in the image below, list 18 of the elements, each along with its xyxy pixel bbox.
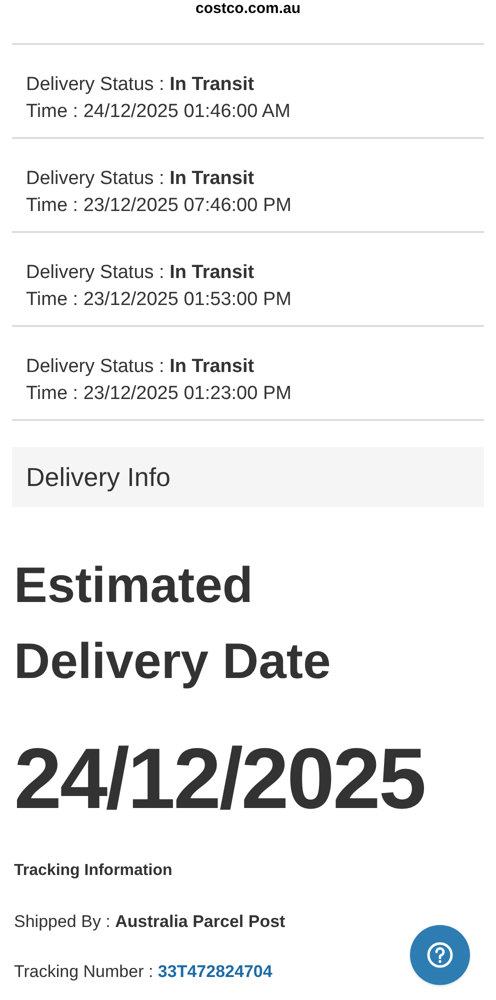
delivery-status: Delivery Status : In Transit — [26, 73, 256, 97]
delivery-status: Delivery Status : In Transit — [26, 355, 256, 379]
shipped-by: Shipped By : Australia Parcel Post — [14, 911, 286, 933]
help-icon — [427, 942, 453, 968]
event-time: Time : 23/12/2025 01:53:00 PM — [26, 288, 292, 312]
help-button[interactable] — [410, 925, 470, 985]
address-domain: costco.com.au — [195, 1, 301, 17]
event-time: Time : 23/12/2025 01:23:00 PM — [26, 382, 292, 406]
event-time: Time : 23/12/2025 07:46:00 PM — [26, 194, 292, 218]
estimated-delivery-date: 24/12/2025 — [14, 730, 426, 829]
estimated-delivery-label: Estimated Delivery Date — [14, 556, 332, 691]
delivery-status: Delivery Status : In Transit — [26, 167, 256, 191]
tracking-number-label: Tracking Number : — [14, 960, 154, 982]
tracking-heading: Tracking Information — [14, 861, 174, 881]
tracking-number-link[interactable]: 33T472824704 — [158, 958, 272, 984]
event-time: Time : 24/12/2025 01:46:00 AM — [26, 100, 292, 124]
section-title: Delivery Info — [26, 460, 170, 494]
delivery-status: Delivery Status : In Transit — [26, 261, 256, 285]
